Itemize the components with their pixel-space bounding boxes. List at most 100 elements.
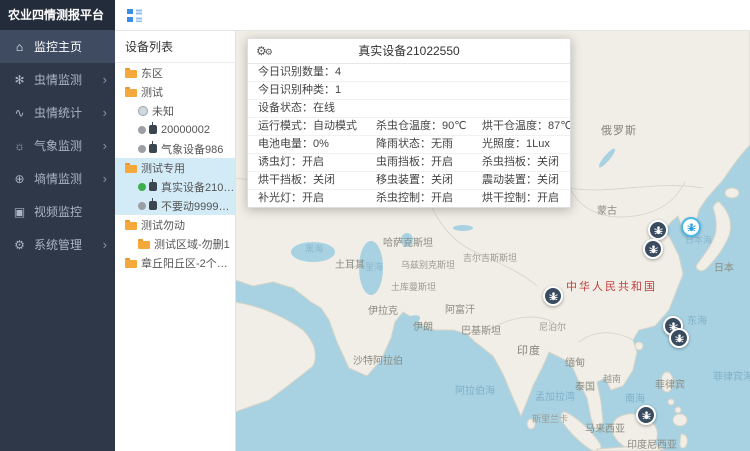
sidebar-item-label: 系统管理 <box>34 236 99 253</box>
popup-header: ⚙⚙ 真实设备21022550 <box>248 39 570 64</box>
soil-icon: ⊕ <box>12 172 27 186</box>
island-hainan <box>635 342 643 350</box>
tree-item[interactable]: 20000002 <box>115 120 235 139</box>
popup-grid-cell: 移虫装置：关闭 <box>376 172 482 189</box>
tree-item-label: 气象设备986 <box>161 141 223 157</box>
sidebar-item-label: 视频监控 <box>34 203 107 220</box>
device-tree: 东区测试未知 20000002 气象设备986 测试专用真实设备21022550 不要动… <box>115 63 235 272</box>
tree-item-label: 测试专用 <box>141 160 185 176</box>
status-dot-gray <box>138 202 146 210</box>
sidebar-item-label: 气象监测 <box>34 137 99 154</box>
popup-grid-row: 补光灯：开启杀虫控制：开启烘干控制：开启 <box>248 190 570 207</box>
sidebar-item-label: 监控主页 <box>34 38 107 55</box>
folder-icon <box>125 222 137 230</box>
tree-item[interactable]: 不要动99999999 <box>115 196 235 215</box>
tree-item[interactable]: 测试专用 <box>115 158 235 177</box>
device-marker-blue[interactable] <box>681 217 701 237</box>
tree-item[interactable]: 章丘阳丘区-2个摄像头 <box>115 253 235 272</box>
island-hokkaido <box>725 188 739 198</box>
popup-grid-row: 烘干挡板：关闭移虫装置：关闭震动装置：关闭 <box>248 172 570 190</box>
video-icon: ▣ <box>12 205 27 219</box>
home-icon: ⌂ <box>12 40 27 54</box>
device-icon <box>149 201 157 210</box>
folder-icon <box>138 241 150 249</box>
chevron-right-icon: › <box>103 138 107 153</box>
popup-grid-row: 电池电量：0%降雨状态：无雨光照度：1Lux <box>248 136 570 154</box>
folder-icon <box>125 260 137 268</box>
chart-icon: ∿ <box>12 106 27 120</box>
popup-grid-cell: 光照度：1Lux <box>482 136 570 153</box>
chevron-right-icon: › <box>103 72 107 87</box>
device-marker[interactable] <box>636 405 656 425</box>
sidebar-item-video-monitor[interactable]: ▣ 视频监控 <box>0 195 115 228</box>
popup-title: 真实设备21022550 <box>358 44 459 58</box>
popup-summary-row: 今日识别种类：1 <box>248 82 570 100</box>
popup-grid-cell: 烘干挡板：关闭 <box>258 172 376 189</box>
popup-grid-cell: 补光灯：开启 <box>258 190 376 207</box>
weather-icon: ☼ <box>12 139 27 153</box>
device-marker[interactable] <box>643 239 663 259</box>
device-list-title: 设备列表 <box>115 30 235 63</box>
tree-item-label: 东区 <box>141 65 163 81</box>
black-sea <box>291 242 335 262</box>
tree-item[interactable]: 测试 <box>115 82 235 101</box>
tree-item[interactable]: 东区 <box>115 63 235 82</box>
settings-icon[interactable]: ⚙⚙ <box>256 39 273 64</box>
tree-item[interactable]: 测试区域-勿删1 <box>115 234 235 253</box>
tree-item[interactable]: 真实设备21022550 <box>115 177 235 196</box>
folder-icon <box>125 89 137 97</box>
tree-item-label: 章丘阳丘区-2个摄像头 <box>141 255 235 271</box>
device-info-popup: ⚙⚙ 真实设备21022550 今日识别数量：4今日识别种类：1设备状态：在线 … <box>247 38 571 208</box>
status-dot-green <box>138 183 146 191</box>
sidebar-item-label: 墒情监测 <box>34 170 99 187</box>
popup-grid-row: 诱虫灯：开启虫雨挡板：开启杀虫挡板：关闭 <box>248 154 570 172</box>
app-title: 农业四情测报平台 <box>0 0 115 30</box>
device-icon <box>149 125 157 134</box>
chevron-right-icon: › <box>103 105 107 120</box>
tree-item-label: 20000002 <box>161 124 210 136</box>
tree-item-label: 未知 <box>152 103 174 119</box>
sidebar: 农业四情测报平台 ⌂监控主页✻虫情监测›∿虫情统计›☼气象监测›⊕墒情监测›▣视… <box>0 0 115 451</box>
popup-summary-row: 设备状态：在线 <box>248 100 570 118</box>
popup-summary: 今日识别数量：4今日识别种类：1设备状态：在线 <box>248 64 570 118</box>
popup-grid-cell: 震动装置：关闭 <box>482 172 570 189</box>
map-canvas[interactable]: 俄罗斯蒙古哈萨克斯坦土耳其黑海里海乌兹别克斯坦吉尔吉斯斯坦土库曼斯坦伊拉克伊朗阿… <box>235 30 750 451</box>
sidebar-item-insect-stats[interactable]: ∿虫情统计› <box>0 96 115 129</box>
tree-toggle-icon[interactable] <box>127 9 142 22</box>
landmass-africa <box>235 302 315 412</box>
sidebar-item-soil-monitor[interactable]: ⊕墒情监测› <box>0 162 115 195</box>
status-dot-gray <box>138 126 146 134</box>
device-marker[interactable] <box>648 220 668 240</box>
sidebar-item-label: 虫情监测 <box>34 71 99 88</box>
popup-grid-cell: 杀虫控制：开启 <box>376 190 482 207</box>
status-dot-gray <box>138 145 146 153</box>
chevron-right-icon: › <box>103 237 107 252</box>
popup-grid-cell: 烘干仓温度：87℃ <box>482 118 570 135</box>
sidebar-item-system-admin[interactable]: ⚙系统管理› <box>0 228 115 261</box>
device-marker[interactable] <box>543 286 563 306</box>
device-marker[interactable] <box>669 328 689 348</box>
island-sulawesi <box>680 434 688 448</box>
tree-item-label: 测试勿动 <box>141 217 185 233</box>
device-icon <box>149 182 157 191</box>
sidebar-item-weather-monitor[interactable]: ☼ 气象监测 › <box>0 129 115 162</box>
island-luzon <box>661 372 673 392</box>
sidebar-item-home[interactable]: ⌂ 监控主页 <box>0 30 115 63</box>
node-icon <box>138 106 148 116</box>
tree-item-label: 测试区域-勿删1 <box>154 236 230 252</box>
popup-grid-cell: 杀虫仓温度：90℃ <box>376 118 482 135</box>
island-srilanka <box>527 419 535 429</box>
tree-item[interactable]: 未知 <box>115 101 235 120</box>
popup-grid-cell: 杀虫挡板：关闭 <box>482 154 570 171</box>
folder-icon <box>125 165 137 173</box>
tree-item[interactable]: 气象设备986 <box>115 139 235 158</box>
device-icon <box>149 144 157 153</box>
caspian-sea <box>359 241 383 295</box>
tree-item[interactable]: 测试勿动 <box>115 215 235 234</box>
island-mindanao <box>673 414 687 426</box>
sidebar-item-insect-monitor[interactable]: ✻虫情监测› <box>0 63 115 96</box>
tree-item-label: 不要动99999999 <box>161 198 235 214</box>
popup-grid-cell: 诱虫灯：开启 <box>258 154 376 171</box>
app-window: 农业四情测报平台 ⌂监控主页✻虫情监测›∿虫情统计›☼气象监测›⊕墒情监测›▣视… <box>0 0 750 451</box>
tree-item-label: 真实设备21022550 <box>161 179 235 195</box>
